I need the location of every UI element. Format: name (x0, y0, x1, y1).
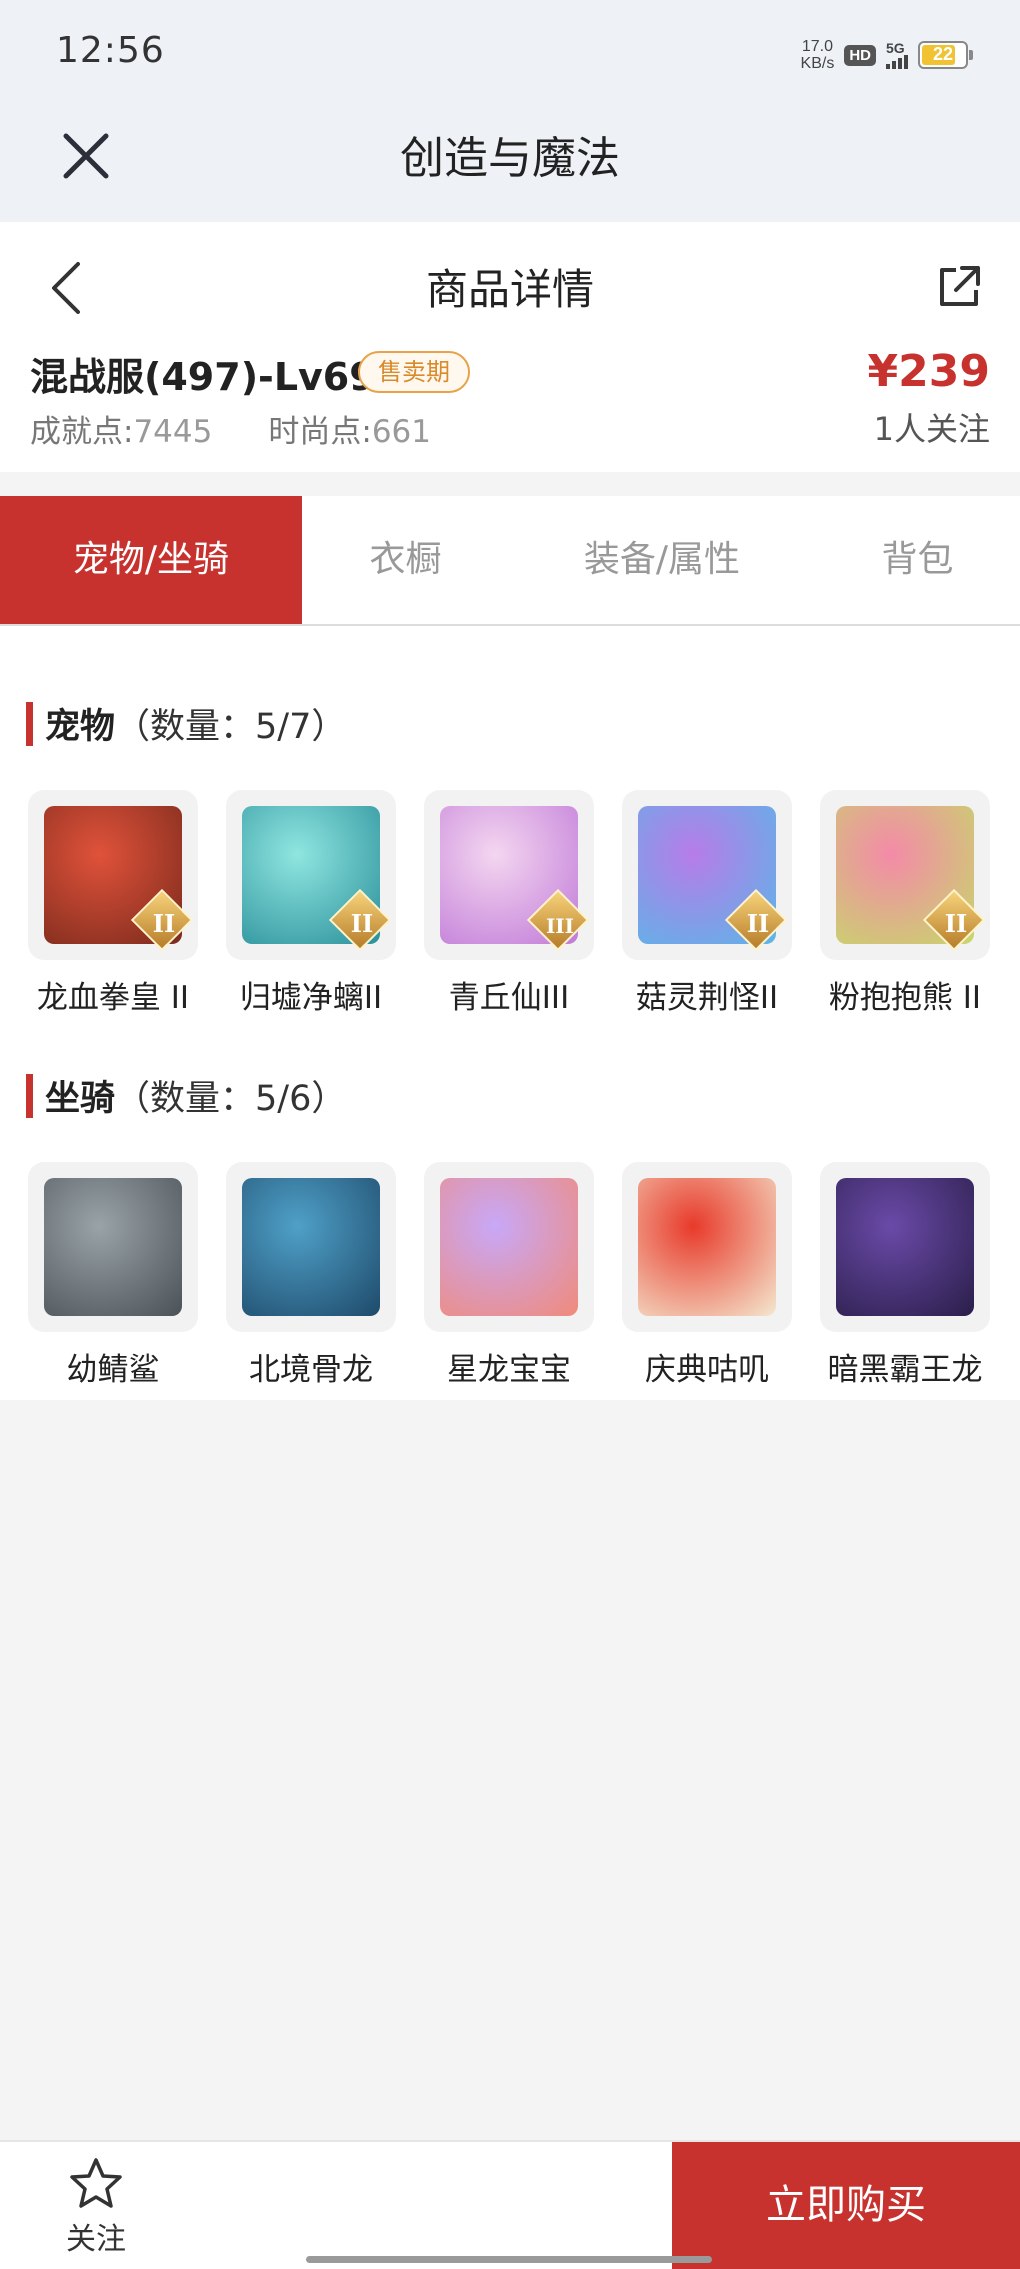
battery-icon: 22 (918, 41, 973, 69)
pet-name: 菇灵荆怪II (635, 980, 779, 1016)
mount-item[interactable]: 幼鲭鲨 (28, 1162, 198, 1389)
pets-heading: 宠物 (45, 707, 116, 747)
points-line: 成就点:7445 时尚点:661 (30, 406, 431, 451)
mount-art (836, 1178, 974, 1316)
home-indicator[interactable] (306, 2256, 712, 2263)
pet-name: 粉抱抱熊 II (828, 980, 982, 1016)
hd-icon: HD (844, 44, 876, 66)
follow-label: 关注 (66, 2222, 126, 2257)
mount-item[interactable]: 星龙宝宝 (424, 1162, 594, 1389)
status-bar: 12:56 17.0 KB/s HD 5G 22 (0, 0, 1020, 118)
pets-count: （数量：5/7） (115, 707, 347, 747)
server-name: 混战服(497)-Lv69 (30, 355, 376, 399)
pet-name: 归墟净螭II (239, 980, 383, 1016)
pet-item[interactable]: II 粉抱抱熊 II (820, 790, 990, 1017)
app-title: 创造与魔法 (400, 133, 620, 184)
pet-item[interactable]: II 龙血拳皇 II (28, 790, 198, 1017)
fashion-label: 时尚点: (268, 414, 372, 450)
bottom-action-bar: 关注 立即购买 (0, 2140, 1020, 2269)
pet-image: II (622, 790, 792, 960)
mount-art (242, 1178, 380, 1316)
mounts-grid: 幼鲭鲨 北境骨龙 星龙宝宝 庆典咕叽 暗黑霸王龙 (28, 1162, 990, 1389)
buy-now-button[interactable]: 立即购买 (672, 2142, 1020, 2269)
page-title: 商品详情 (425, 265, 594, 314)
pet-item[interactable]: II 归墟净螭II (226, 790, 396, 1017)
tier-badge: II (944, 909, 968, 938)
tier-badge: II (350, 909, 374, 938)
mount-image (226, 1162, 396, 1332)
tier-badge: II (152, 909, 176, 938)
mounts-count: （数量：5/6） (115, 1079, 347, 1119)
pet-image: II (28, 790, 198, 960)
pets-section-title: 宠物 （数量：5/7） (26, 698, 346, 749)
net-speed: 17.0 KB/s (801, 38, 835, 72)
mount-name: 幼鲭鲨 (66, 1352, 160, 1388)
mounts-heading: 坐骑 (45, 1079, 116, 1119)
tab-backpack[interactable]: 背包 (815, 496, 1020, 624)
pet-image: II (820, 790, 990, 960)
pet-item[interactable]: II 菇灵荆怪II (622, 790, 792, 1017)
mount-name: 北境骨龙 (249, 1352, 373, 1388)
mount-item[interactable]: 暗黑霸王龙 (820, 1162, 990, 1389)
network-type: 5G (886, 40, 905, 56)
mount-image (28, 1162, 198, 1332)
star-icon (70, 2158, 122, 2208)
mount-name: 暗黑霸王龙 (827, 1352, 983, 1388)
tab-pets-mounts[interactable]: 宠物/坐骑 (0, 496, 302, 624)
mount-art (44, 1178, 182, 1316)
pet-image: II (226, 790, 396, 960)
mount-item[interactable]: 北境骨龙 (226, 1162, 396, 1389)
status-time: 12:56 (56, 30, 165, 71)
signal-icon: 5G (886, 41, 908, 69)
fashion-value: 661 (371, 414, 431, 450)
tier-badge: III (545, 914, 575, 938)
tab-bar: 宠物/坐骑 衣橱 装备/属性 背包 (0, 496, 1020, 626)
pet-name: 龙血拳皇 II (36, 980, 190, 1016)
pet-item[interactable]: III 青丘仙III (424, 790, 594, 1017)
mount-image (820, 1162, 990, 1332)
app-header: 创造与魔法 (0, 118, 1020, 222)
mount-name: 庆典咕叽 (645, 1352, 769, 1388)
tab-wardrobe[interactable]: 衣橱 (302, 496, 509, 624)
battery-level: 22 (932, 44, 954, 64)
pet-image: III (424, 790, 594, 960)
mount-item[interactable]: 庆典咕叽 (622, 1162, 792, 1389)
achievement-label: 成就点: (30, 414, 134, 450)
pet-name: 青丘仙III (448, 980, 570, 1016)
goods-summary: 商品详情 混战服(497)-Lv69 售卖期 ¥239 成就点:7445 时尚点:… (0, 222, 1020, 472)
tab-equipment[interactable]: 装备/属性 (509, 496, 815, 624)
mount-name: 星龙宝宝 (447, 1352, 571, 1388)
pets-mounts-panel: 宠物 （数量：5/7） II 龙血拳皇 II II 归墟净螭II III 青丘仙… (0, 626, 1020, 1400)
pets-grid: II 龙血拳皇 II II 归墟净螭II III 青丘仙III II 菇灵荆怪I… (28, 790, 990, 1017)
mounts-section-title: 坐骑 （数量：5/6） (26, 1070, 346, 1121)
follower-count: 1人关注 (873, 410, 990, 448)
achievement-value: 7445 (133, 414, 213, 450)
tier-badge: II (746, 909, 770, 938)
mount-art (638, 1178, 776, 1316)
price: ¥239 (867, 346, 990, 397)
follow-button[interactable]: 关注 (56, 2156, 136, 2258)
status-icons: 17.0 KB/s HD 5G 22 (801, 38, 973, 72)
mount-image (424, 1162, 594, 1332)
net-speed-value: 17.0 (801, 38, 833, 55)
sale-status-badge: 售卖期 (358, 351, 470, 393)
mount-image (622, 1162, 792, 1332)
share-icon[interactable] (934, 262, 984, 312)
mount-art (440, 1178, 578, 1316)
net-speed-unit: KB/s (800, 55, 835, 72)
